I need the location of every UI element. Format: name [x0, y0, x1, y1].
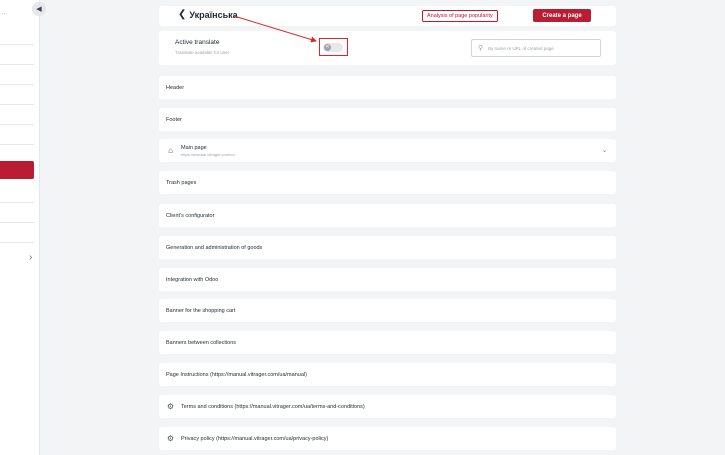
list-item-goods[interactable]: Generation and administration of goods [159, 236, 616, 259]
translate-toggle[interactable]: ✕ [323, 43, 343, 52]
sidebar-divider [0, 84, 34, 85]
sidebar-divider [0, 202, 34, 203]
sidebar-item-active[interactable] [0, 161, 34, 179]
list-item-label: Client's configurator [166, 212, 215, 219]
chevron-down-icon[interactable]: ⌄ [602, 147, 607, 154]
translate-panel: Active translate Translate available for… [159, 31, 616, 65]
list-item-privacy[interactable]: ⚙ Privacy policy (https://manual.vitrage… [159, 427, 616, 450]
chevron-left-icon: ❮ [178, 9, 187, 20]
gear-icon: ⚙ [166, 434, 175, 443]
analysis-button[interactable]: Analysis of page popularity [422, 10, 498, 22]
sidebar-dots: ... [2, 10, 8, 16]
chevron-left-icon[interactable]: ◀ [32, 2, 46, 16]
list-item-header[interactable]: Header [159, 76, 616, 99]
sidebar-divider [0, 64, 34, 65]
list-item-label: Footer [166, 116, 182, 123]
sidebar-divider [0, 44, 34, 45]
list-item-label: Page Instructions (https://manual.vitrag… [166, 371, 307, 378]
sidebar-divider [0, 104, 34, 105]
list-item-label: Main page [181, 144, 207, 151]
page-header: ❮ Українська Analysis of page popularity… [159, 6, 616, 26]
back-link[interactable]: ❮ Українська [178, 9, 238, 20]
list-item-label: Banners between collections [166, 339, 237, 346]
search-input[interactable] [488, 45, 594, 51]
sidebar-divider [0, 222, 34, 223]
list-item-label: Privacy policy (https://manual.vitrager.… [181, 435, 329, 442]
chevron-right-icon[interactable]: › [29, 252, 32, 263]
create-page-button[interactable]: Create a page [533, 9, 591, 22]
close-icon: ✕ [324, 44, 331, 51]
sidebar-divider [0, 144, 34, 145]
translate-subtitle: Translate available for user [175, 50, 230, 55]
list-item-label: Header [166, 84, 185, 91]
list-item-label: Trash pages [166, 179, 197, 186]
annotation-arrow [233, 15, 317, 43]
list-item-label: Generation and administration of goods [166, 244, 263, 251]
list-item-odoo[interactable]: Integration with Odoo [159, 268, 616, 291]
search-icon: ⚲ [478, 45, 484, 52]
list-item-instructions[interactable]: Page Instructions (https://manual.vitrag… [159, 363, 616, 386]
list-item-cart-banner[interactable]: Banner for the shopping cart [159, 299, 616, 322]
list-item-footer[interactable]: Footer [159, 108, 616, 131]
list-item-label: Integration with Odoo [166, 276, 219, 283]
sidebar: ... › [0, 0, 40, 455]
list-item-terms[interactable]: ⚙ Terms and conditions (https://manual.v… [159, 395, 616, 418]
list-item-url: https://manual.vitrager.com/ua [181, 151, 235, 157]
translate-title: Active translate [175, 39, 220, 46]
list-item-collection-banners[interactable]: Banners between collections [159, 331, 616, 354]
list-item-trash[interactable]: Trash pages [159, 171, 616, 194]
list-item-main-page[interactable]: ⌂ Main page https://manual.vitrager.com/… [159, 139, 616, 162]
sidebar-divider [0, 242, 34, 243]
page-title: Українська [189, 9, 238, 20]
gear-icon: ⚙ [166, 402, 175, 411]
sidebar-divider [0, 124, 34, 125]
home-icon: ⌂ [168, 146, 173, 155]
list-item-configurator[interactable]: Client's configurator [159, 204, 616, 227]
list-item-label: Banner for the shopping cart [166, 307, 236, 314]
search-field[interactable]: ⚲ [471, 39, 601, 57]
list-item-label: Terms and conditions (https://manual.vit… [181, 403, 365, 410]
